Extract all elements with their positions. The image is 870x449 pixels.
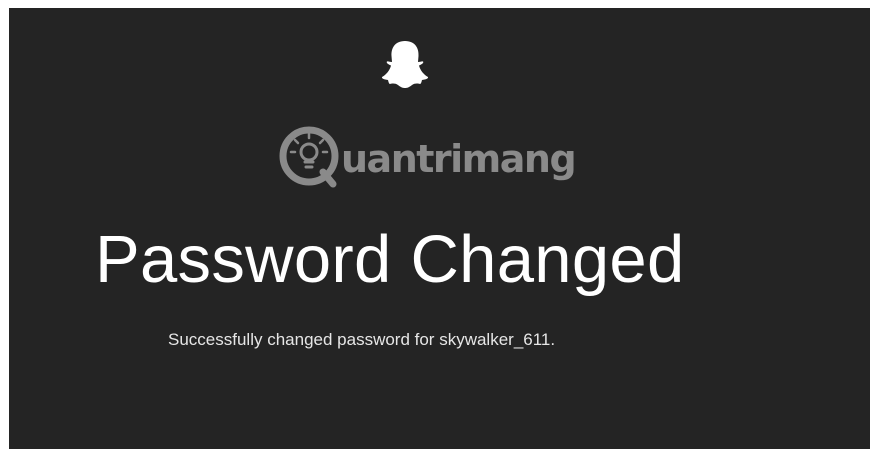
snapchat-ghost-icon: [381, 41, 429, 88]
success-message: Successfully changed password for skywal…: [168, 330, 556, 349]
page-title: Password Changed: [95, 222, 685, 297]
quantrimang-watermark: uantrimang: [279, 126, 577, 188]
svg-text:uantrimang: uantrimang: [341, 137, 575, 181]
password-changed-panel: uantrimang Password Changed Successfully…: [9, 8, 870, 449]
